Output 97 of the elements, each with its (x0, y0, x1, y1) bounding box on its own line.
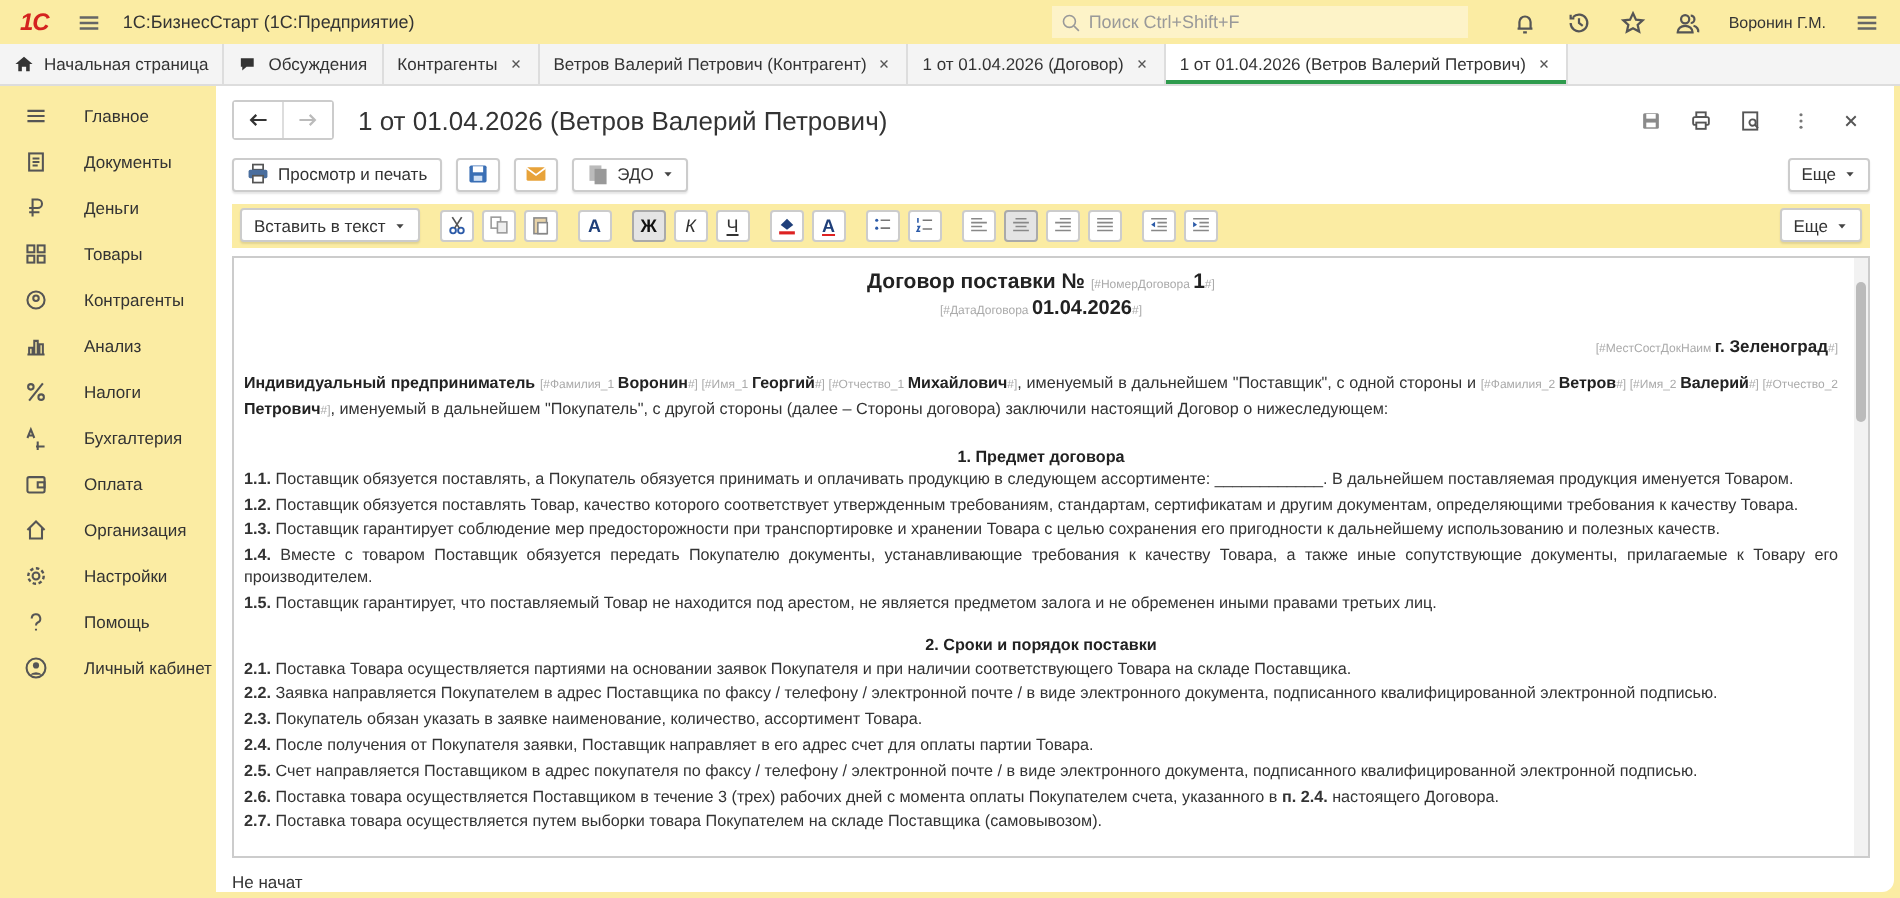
fill-bucket-icon (775, 214, 798, 237)
italic-button[interactable]: К (673, 209, 708, 242)
history-icon (1566, 9, 1593, 35)
numbered-list-icon (913, 214, 936, 237)
bullets-button[interactable] (865, 209, 900, 242)
sidebar-item[interactable]: Личный кабинет (0, 644, 216, 690)
edo-button[interactable]: ЭДО (571, 157, 688, 192)
outdent-button[interactable] (1141, 209, 1176, 242)
document-icon (24, 149, 48, 173)
form-title: 1 от 01.04.2026 (Ветров Валерий Петрович) (358, 105, 888, 136)
search-field[interactable]: Поиск Ctrl+Shift+F (1052, 6, 1469, 38)
paste-button[interactable] (523, 209, 558, 242)
preview-icon (1740, 109, 1762, 132)
printer-button[interactable] (1686, 105, 1716, 136)
close-icon[interactable] (507, 56, 524, 72)
contract-clause: 1.4. Вместе с товаром Поставщик обязуется передать Покупателю документы, устанавливающие требования к качеству Товара, а также иные сопутствующие документы, прилагаемые к Товару его производителем. (244, 544, 1838, 590)
save-icon (465, 162, 490, 187)
close-icon[interactable] (1535, 56, 1552, 72)
underline-button[interactable]: Ч (715, 209, 750, 242)
align-left-icon (967, 214, 990, 237)
save-button[interactable] (455, 157, 500, 192)
align-left-button[interactable] (961, 209, 996, 242)
sidebar-item[interactable]: Помощь (0, 598, 216, 644)
close-icon[interactable] (876, 56, 893, 72)
contract-clause: 2.7. Поставка товара осуществляется путем выборки товара Покупателем на складе Поставщика (самовывозом). (244, 810, 1105, 834)
contract-clause: 1.2. Поставщик обязуется поставлять Товар, качество которого соответствует утвержденным требованиям, стандартам, сертификатам и другим документам, определяющими требования к качеству Товара. (244, 493, 1801, 516)
contract-clause: 2.5. Счет направляется Поставщиком в адрес покупателя по факсу / телефону / электронной почте / в виде электронного документа, подписанного квалифицированной электронной подписью. (244, 759, 1700, 782)
color-button[interactable]: A (811, 209, 846, 242)
section-heading: 1. Предмет договора (955, 445, 1127, 468)
indent-button[interactable] (1183, 209, 1218, 242)
status-text: Не начат (232, 870, 305, 892)
font-button[interactable]: A (577, 209, 612, 242)
scissors-icon (445, 214, 468, 237)
contract-clause: 1.3. Поставщик гарантирует соблюдение мер предосторожности при транспортировке и хранении Товара с целью сохранения его пригодности к дальнейшему использованию и полезных качеств. (244, 518, 1722, 542)
envelope-icon (523, 162, 548, 187)
close-icon[interactable] (1133, 56, 1150, 72)
printer-icon (1690, 109, 1712, 132)
contract-clause: 2.1. Поставка Товара осуществляется партиями на основании заявок Покупателя и при наличии соответствующего Товара на складе Поставщика. (244, 657, 1354, 680)
scrollbar[interactable] (1854, 258, 1868, 856)
justify-icon (1093, 214, 1116, 237)
paste-icon (529, 214, 552, 237)
tab[interactable]: Ветров Валерий Петрович (Контрагент) (539, 44, 909, 84)
more-button[interactable]: Еще (1787, 157, 1870, 192)
align-center-icon (1009, 214, 1032, 237)
home-icon (14, 54, 34, 74)
indent-icon (1189, 214, 1212, 237)
copy-icon (487, 214, 510, 237)
contract-clause: 2.4. После получения от Покупателя заявки, Поставщик направляет в его адрес счет для оплаты партии Товара. (244, 734, 1096, 757)
justify-button[interactable] (1087, 209, 1122, 242)
insert-button[interactable]: Вставить в текст (240, 208, 420, 243)
sidebar-item[interactable]: Организация (0, 506, 216, 552)
account-icon (24, 655, 48, 679)
star-icon (1620, 9, 1647, 35)
sidebar-item[interactable]: Настройки (0, 552, 216, 598)
numbers-button[interactable] (907, 209, 942, 242)
document-editor[interactable] (232, 256, 1870, 858)
align-right-button[interactable] (1045, 209, 1080, 242)
contract-clause: 1.1. Поставщик обязуется поставлять, а Покупатель обязуется принимать и оплачивать продукцию в следующем ассортименте: ____________. В дальнейшем поставляемая продукция именуется Товаром. (244, 467, 1796, 491)
sidebar-item[interactable]: Оплата (0, 460, 216, 506)
sidebar-item[interactable]: Анализ (0, 322, 216, 368)
fill-button[interactable] (769, 209, 804, 242)
house-icon (24, 517, 48, 541)
sidebar-item[interactable]: Контрагенты (0, 276, 216, 322)
printer-icon (246, 162, 270, 187)
sidebar-item[interactable]: Деньги (0, 184, 216, 230)
app-logo[interactable]: 1С (20, 8, 57, 36)
contract-clause: 1.5. Поставщик гарантирует, что поставляемый Товар не находится под арестом, не является предметом залога и не обременен иными правами третьих лиц. (244, 592, 1439, 615)
tab[interactable]: 1 от 01.04.2026 (Ветров Валерий Петрович) (1165, 44, 1568, 84)
sidebar-item[interactable]: Главное (0, 92, 216, 138)
save-icon (1640, 109, 1662, 132)
align-right-icon (1051, 214, 1074, 237)
bold-button[interactable]: Ж (631, 209, 666, 242)
sidebar-item[interactable]: Бухгалтерия (0, 414, 216, 460)
documents-icon (585, 162, 610, 187)
wallet-icon (24, 471, 48, 495)
more-button[interactable]: Еще (1779, 208, 1862, 243)
tab[interactable]: Контрагенты (383, 44, 540, 84)
outdent-icon (1147, 214, 1170, 237)
cut-button[interactable] (439, 209, 474, 242)
sidebar-item[interactable]: Документы (0, 138, 216, 184)
users-icon (1674, 9, 1701, 35)
settings-icon (24, 563, 48, 587)
app-title: 1С:БизнесСтарт (1С:Предприятие) (122, 12, 417, 32)
search-icon (1060, 11, 1083, 33)
grid-icon (24, 241, 48, 265)
section-heading: 2. Сроки и порядок поставки (923, 634, 1159, 658)
chat-icon (238, 54, 259, 74)
align-center-button[interactable] (1003, 209, 1038, 242)
contract-clause: 2.6. Поставка товара осуществляется Поставщиком в течение 3 (трех) рабочих дней с момента оплаты Покупателем счета, указанного в п. 2.4. настоящего Договора. (244, 785, 1501, 808)
contract-clause: 2.2. Заявка направляется Покупателем в адрес Поставщика по факсу / телефону / электронной почте / в виде электронного документа, подписанного квалифицированной электронной подписью. (244, 682, 1720, 706)
user-name[interactable]: Воронин Г.М. (1728, 13, 1826, 31)
ruble-icon (24, 195, 48, 219)
sidebar-item[interactable]: Товары (0, 230, 216, 276)
sidebar-item[interactable]: Налоги (0, 368, 216, 414)
percent-icon (24, 379, 48, 403)
contract-clause: 2.3. Покупатель обязан указать в заявке наименование, количество, ассортимент Товара. (244, 708, 925, 731)
print-preview-button[interactable]: Просмотр и печать (232, 157, 442, 192)
